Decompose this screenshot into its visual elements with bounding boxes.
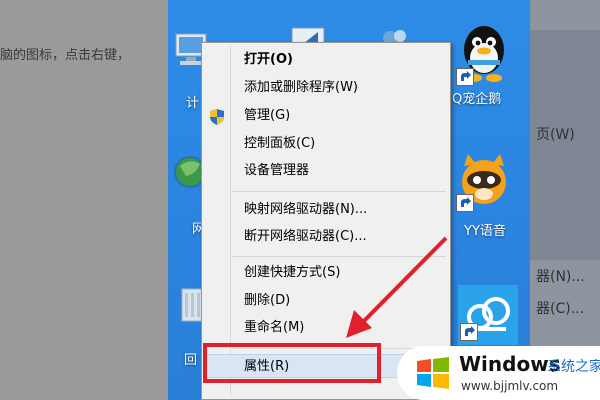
annotation-arrow-icon — [346, 236, 448, 338]
windows-logo-icon — [417, 357, 449, 389]
watermark-url: www.bjjmlv.com — [461, 379, 559, 393]
watermark-brand: Windows — [459, 352, 561, 376]
watermark: Windows 系统之家 www.bjjmlv.com — [397, 346, 600, 400]
watermark-brand-cn: 系统之家 — [547, 359, 600, 375]
